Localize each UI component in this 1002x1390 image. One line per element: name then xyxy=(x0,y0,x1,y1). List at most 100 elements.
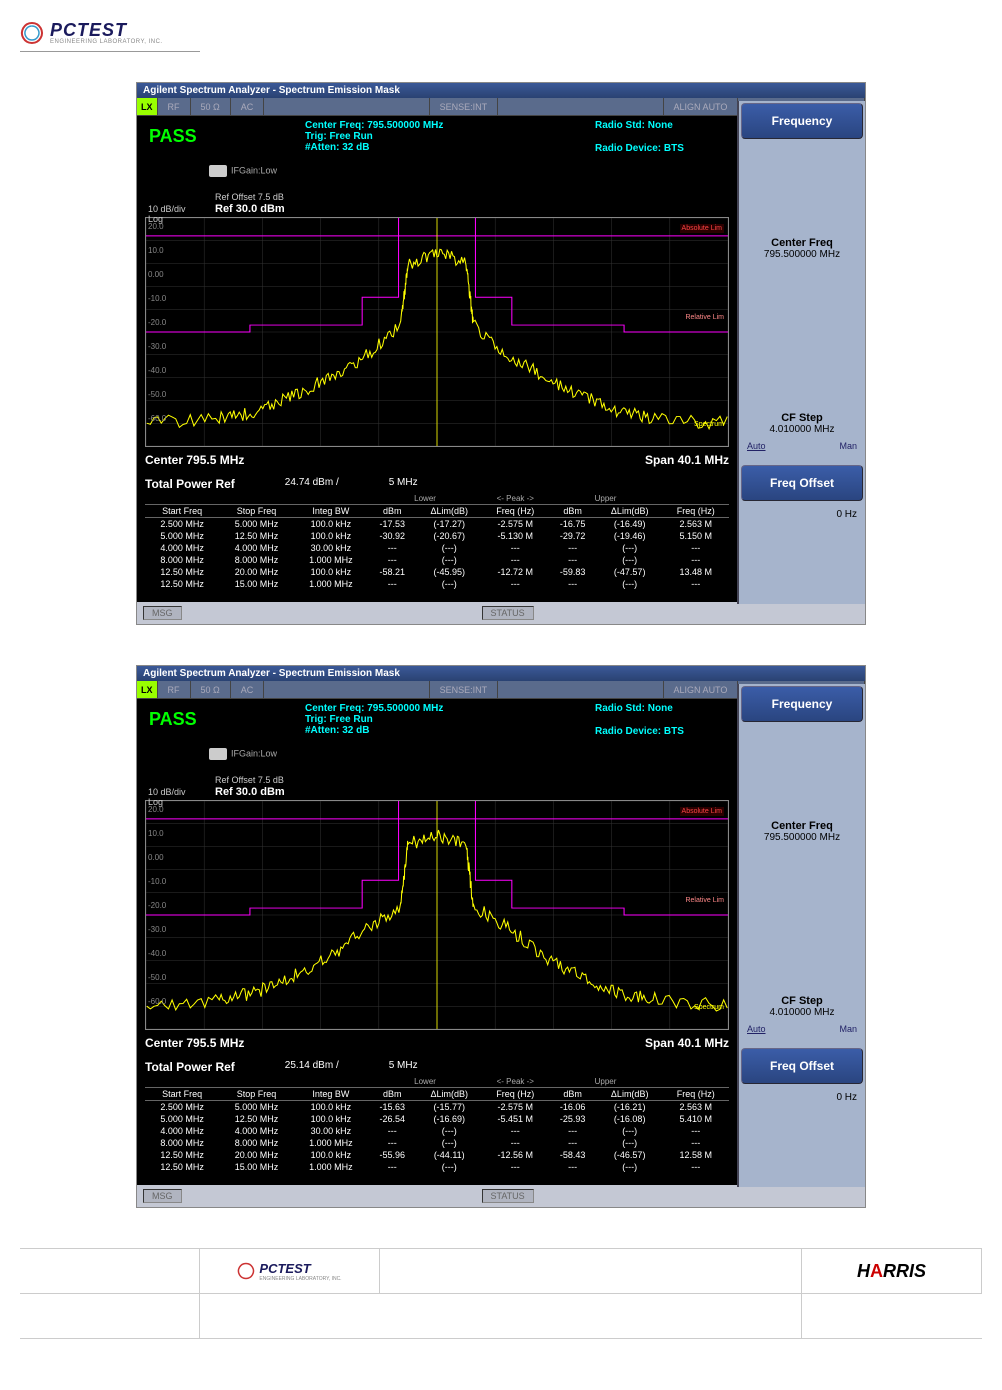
peak-header: <- Peak -> xyxy=(482,1076,548,1088)
col-header: dBm xyxy=(548,1088,596,1101)
table-cell: (-20.67) xyxy=(416,530,482,542)
table-cell: --- xyxy=(368,542,416,554)
table-cell: (-44.11) xyxy=(416,1149,482,1161)
msg-box: MSG xyxy=(143,606,182,620)
ytick-label: 0.00 xyxy=(148,853,164,862)
freq-offset-softkey[interactable]: Freq Offset xyxy=(741,465,863,501)
col-header: ΔLim(dB) xyxy=(416,505,482,518)
center-freq-label: Center 795.5 MHz xyxy=(145,453,244,467)
table-cell: (---) xyxy=(416,578,482,590)
table-cell: --- xyxy=(663,554,729,566)
table-cell: --- xyxy=(548,1161,596,1173)
ytick-label: 20.0 xyxy=(148,805,164,814)
col-header: Integ BW xyxy=(294,1088,368,1101)
center-freq-softkey[interactable]: Center Freq795.500000 MHz xyxy=(739,814,865,849)
table-row: 12.50 MHz20.00 MHz100.0 kHz-58.21(-45.95… xyxy=(145,566,729,578)
lower-header: Lower xyxy=(368,493,482,505)
table-cell: (---) xyxy=(416,1137,482,1149)
table-cell: -15.63 xyxy=(368,1101,416,1114)
sense-label: SENSE:INT xyxy=(430,681,499,698)
table-cell: 100.0 kHz xyxy=(294,530,368,542)
col-header: dBm xyxy=(368,505,416,518)
center-freq-label: Center 795.5 MHz xyxy=(145,1036,244,1050)
table-cell: --- xyxy=(548,554,596,566)
ifgain-label: IFGain:Low xyxy=(149,165,285,177)
table-cell: 12.50 MHz xyxy=(219,1113,293,1125)
table-cell: 5.410 M xyxy=(663,1113,729,1125)
harris-logo: HARRIS xyxy=(857,1261,926,1282)
table-cell: --- xyxy=(482,554,548,566)
man-toggle[interactable]: Man xyxy=(839,441,857,451)
col-header: dBm xyxy=(548,505,596,518)
table-cell: --- xyxy=(368,554,416,566)
table-cell: 4.000 MHz xyxy=(145,542,219,554)
table-cell: (---) xyxy=(416,542,482,554)
table-cell: (-15.77) xyxy=(416,1101,482,1114)
spectrum-graph: 10 dB/divLog20.010.00.00-10.0-20.0-30.0-… xyxy=(145,217,729,447)
table-cell: (---) xyxy=(416,554,482,566)
table-cell: (---) xyxy=(416,1125,482,1137)
table-cell: -26.54 xyxy=(368,1113,416,1125)
table-cell: (---) xyxy=(416,1161,482,1173)
table-cell: --- xyxy=(368,1125,416,1137)
frequency-softkey[interactable]: Frequency xyxy=(741,686,863,722)
col-header: ΔLim(dB) xyxy=(597,505,663,518)
rf-label: RF xyxy=(158,98,191,115)
ifgain-label: IFGain:Low xyxy=(149,748,285,760)
table-row: 5.000 MHz12.50 MHz100.0 kHz-30.92(-20.67… xyxy=(145,530,729,542)
logo-sub: ENGINEERING LABORATORY, INC. xyxy=(50,39,163,45)
absolute-limit-label: Absolute Lim xyxy=(680,807,724,816)
window-titlebar: Agilent Spectrum Analyzer - Spectrum Emi… xyxy=(137,666,865,681)
table-row: 2.500 MHz5.000 MHz100.0 kHz-15.63(-15.77… xyxy=(145,1101,729,1114)
man-toggle[interactable]: Man xyxy=(839,1024,857,1034)
auto-toggle[interactable]: Auto xyxy=(747,1024,766,1034)
span-label: Span 40.1 MHz xyxy=(645,453,729,467)
absolute-limit-label: Absolute Lim xyxy=(680,224,724,233)
table-cell: (-45.95) xyxy=(416,566,482,578)
msg-box: MSG xyxy=(143,1189,182,1203)
freq-offset-value: 0 Hz xyxy=(739,1086,865,1109)
table-cell: -55.96 xyxy=(368,1149,416,1161)
table-row: 12.50 MHz15.00 MHz1.000 MHz---(---)-----… xyxy=(145,1161,729,1173)
table-cell: 100.0 kHz xyxy=(294,1149,368,1161)
table-cell: (---) xyxy=(597,578,663,590)
freq-offset-softkey[interactable]: Freq Offset xyxy=(741,1048,863,1084)
center-freq-softkey[interactable]: Center Freq795.500000 MHz xyxy=(739,231,865,266)
auto-toggle[interactable]: Auto xyxy=(747,441,766,451)
col-header: Stop Freq xyxy=(219,1088,293,1101)
table-cell: 12.50 MHz xyxy=(145,566,219,578)
status-box: STATUS xyxy=(482,1189,534,1203)
pctest-logo: PCTEST ENGINEERING LABORATORY, INC. xyxy=(20,20,200,52)
table-cell: 8.000 MHz xyxy=(219,554,293,566)
table-cell: 5.000 MHz xyxy=(145,530,219,542)
table-cell: (---) xyxy=(597,1125,663,1137)
table-cell: (-19.46) xyxy=(597,530,663,542)
ifgain-icon xyxy=(209,748,227,760)
lx-indicator: LX xyxy=(137,98,158,115)
ytick-label: -40.0 xyxy=(148,366,166,375)
table-row: 5.000 MHz12.50 MHz100.0 kHz-26.54(-16.69… xyxy=(145,1113,729,1125)
ytick-label: -40.0 xyxy=(148,949,166,958)
table-cell: 12.50 MHz xyxy=(145,1149,219,1161)
radio-info: Radio Std: NoneRadio Device: BTS xyxy=(587,699,737,770)
frequency-softkey[interactable]: Frequency xyxy=(741,103,863,139)
table-cell: (-16.21) xyxy=(597,1101,663,1114)
table-cell: 8.000 MHz xyxy=(145,1137,219,1149)
spectrum-label: Spectrum xyxy=(694,421,724,428)
table-cell: (---) xyxy=(597,554,663,566)
analyzer-window: Agilent Spectrum Analyzer - Spectrum Emi… xyxy=(136,82,866,625)
ref-level: Ref 30.0 dBm xyxy=(215,203,285,215)
relative-limit-label: Relative Lim xyxy=(685,897,724,904)
table-cell: 1.000 MHz xyxy=(294,1137,368,1149)
table-cell: 20.00 MHz xyxy=(219,1149,293,1161)
cf-step-softkey[interactable]: CF Step4.010000 MHz xyxy=(739,989,865,1024)
table-cell: --- xyxy=(663,1137,729,1149)
ytick-label: 10.0 xyxy=(148,246,164,255)
table-cell: 15.00 MHz xyxy=(219,578,293,590)
table-cell: --- xyxy=(548,1125,596,1137)
table-cell: 4.000 MHz xyxy=(145,1125,219,1137)
table-cell: 8.000 MHz xyxy=(219,1137,293,1149)
table-cell: --- xyxy=(482,1161,548,1173)
table-row: 4.000 MHz4.000 MHz30.00 kHz---(---)-----… xyxy=(145,542,729,554)
cf-step-softkey[interactable]: CF Step4.010000 MHz xyxy=(739,406,865,441)
